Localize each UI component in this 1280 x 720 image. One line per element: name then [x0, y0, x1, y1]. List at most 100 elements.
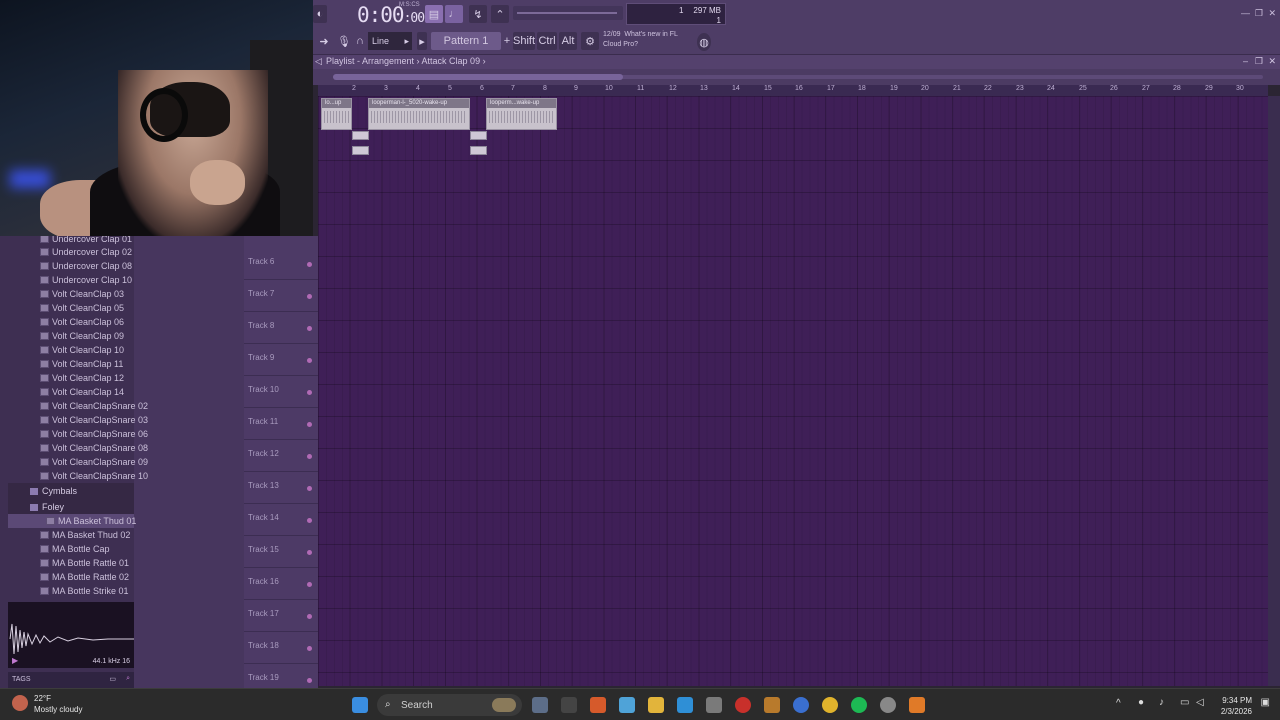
track-toggle-icon[interactable] — [307, 518, 312, 523]
volume-icon[interactable]: ◁ — [1196, 697, 1204, 708]
tray-icon[interactable]: ● — [1138, 697, 1144, 708]
browser-item[interactable]: Volt CleanClap 03 — [40, 287, 124, 301]
track-header[interactable]: Track 13 — [244, 472, 318, 504]
play-mode-button[interactable]: ◐ — [313, 5, 327, 23]
browser-item[interactable]: MA Bottle Rattle 02 — [40, 570, 129, 584]
folder-icon[interactable]: ▭ — [109, 675, 116, 683]
track-toggle-icon[interactable] — [307, 294, 312, 299]
audio-clip[interactable]: looperm...wake-up — [486, 98, 557, 130]
windows-start-icon[interactable] — [352, 697, 368, 713]
browser-item[interactable]: Volt CleanClap 09 — [40, 329, 124, 343]
folder-foley[interactable]: Foley — [30, 499, 64, 515]
master-pitch-slider[interactable] — [513, 6, 623, 20]
browser-item[interactable]: MA Bottle Strike 01 — [40, 584, 129, 598]
track-header[interactable]: Track 7 — [244, 280, 318, 312]
taskbar-search[interactable]: ⌕ Search — [377, 694, 522, 716]
browser-item[interactable]: Volt CleanClap 05 — [40, 301, 124, 315]
mic-icon[interactable]: ♪ — [1159, 697, 1164, 708]
spotify-icon[interactable] — [851, 697, 867, 713]
timeline-ruler[interactable]: 2 3 4 5 6 7 8 9 10 11 12 13 14 15 16 17 … — [318, 85, 1268, 96]
minimize-icon[interactable]: – — [1243, 56, 1248, 66]
track-header[interactable]: Track 18 — [244, 632, 318, 664]
mic-icon[interactable]: 🎙 — [337, 32, 351, 50]
track-toggle-icon[interactable] — [307, 486, 312, 491]
pattern-song-toggle[interactable]: ▤ — [425, 5, 443, 23]
track-toggle-icon[interactable] — [307, 358, 312, 363]
snap-select[interactable]: Line ▸ — [368, 32, 412, 50]
track-header[interactable]: Track 16 — [244, 568, 318, 600]
app-icon[interactable] — [793, 697, 809, 713]
track-header[interactable]: Track 19 — [244, 664, 318, 688]
opera-icon[interactable] — [735, 697, 751, 713]
store-icon[interactable] — [706, 697, 722, 713]
close-icon[interactable]: ✕ — [1268, 8, 1276, 19]
audio-clip[interactable]: looperman-l-_5020-wake-up — [368, 98, 470, 130]
track-header[interactable]: Track 15 — [244, 536, 318, 568]
track-toggle-icon[interactable] — [307, 390, 312, 395]
tags-bar[interactable]: TAGS ▭ ⌕ — [8, 672, 134, 688]
browser-item[interactable]: Volt CleanClap 14 — [40, 385, 124, 399]
track-toggle-icon[interactable] — [307, 678, 312, 683]
track-header[interactable]: Track 14 — [244, 504, 318, 536]
horizontal-scrollbar[interactable] — [313, 69, 1280, 85]
track-header[interactable]: Track 9 — [244, 344, 318, 376]
track-header[interactable]: Track 17 — [244, 600, 318, 632]
file-explorer-icon[interactable] — [648, 697, 664, 713]
audio-clip[interactable]: lo...up — [321, 98, 352, 130]
shift-button[interactable]: Shift — [513, 32, 535, 50]
pattern-add-icon[interactable]: + — [503, 32, 511, 50]
arrow-right-icon[interactable]: ➜ — [317, 32, 331, 50]
track-toggle-icon[interactable] — [307, 614, 312, 619]
browser-item[interactable]: Volt CleanClapSnare 09 — [40, 455, 148, 469]
track-toggle-icon[interactable] — [307, 550, 312, 555]
play-icon[interactable]: ▶ — [12, 656, 18, 665]
sample-clip[interactable] — [470, 131, 487, 140]
browser-item[interactable]: Undercover Clap 08 — [40, 259, 132, 273]
browser-item[interactable]: Volt CleanClapSnare 10 — [40, 469, 148, 483]
track-header[interactable]: Track 10 — [244, 376, 318, 408]
browser-item[interactable]: MA Basket Thud 02 — [40, 528, 130, 542]
maximize-icon[interactable]: ❐ — [1255, 8, 1263, 19]
notification-icon[interactable]: ▣ — [1261, 697, 1270, 708]
edge-icon[interactable] — [677, 697, 693, 713]
playlist-grid[interactable]: lo...up looperman-l-_5020-wake-up looper… — [318, 96, 1268, 686]
track-header[interactable]: Track 6 — [244, 248, 318, 280]
fl-studio-icon[interactable] — [909, 697, 925, 713]
browser-item[interactable]: Volt CleanClapSnare 08 — [40, 441, 148, 455]
app-icon[interactable] — [619, 697, 635, 713]
browser-item-selected[interactable]: MA Basket Thud 01 — [46, 514, 136, 528]
breadcrumb[interactable]: Playlist - Arrangement › Attack Clap 09 … — [326, 56, 486, 66]
search-icon[interactable]: ⌕ — [126, 675, 130, 683]
browser-item[interactable]: Volt CleanClap 10 — [40, 343, 124, 357]
track-toggle-icon[interactable] — [307, 326, 312, 331]
chrome-icon[interactable] — [822, 697, 838, 713]
sample-preview-waveform[interactable]: ▶ 44.1 kHz 16 — [8, 602, 134, 668]
track-header[interactable]: Track 8 — [244, 312, 318, 344]
folder-cymbals[interactable]: Cymbals — [30, 483, 77, 499]
news-icon[interactable]: ⚙ — [581, 32, 599, 50]
pattern-arrow-icon[interactable]: ▸ — [417, 32, 427, 50]
browser-item[interactable]: MA Bottle Cap — [40, 542, 110, 556]
browser-item[interactable]: Volt CleanClapSnare 03 — [40, 413, 148, 427]
clock[interactable]: 9:34 PM 2/3/2026 — [1221, 695, 1252, 717]
maximize-icon[interactable]: ❐ — [1255, 56, 1263, 67]
app-icon[interactable] — [880, 697, 896, 713]
track-toggle-icon[interactable] — [307, 582, 312, 587]
task-view-icon[interactable] — [532, 697, 548, 713]
network-icon[interactable]: ▭ — [1180, 697, 1189, 708]
browser-item[interactable]: Volt CleanClap 12 — [40, 371, 124, 385]
browser-item[interactable]: Volt CleanClapSnare 06 — [40, 427, 148, 441]
minimize-icon[interactable]: — — [1241, 8, 1250, 18]
alt-button[interactable]: Alt — [559, 32, 577, 50]
browser-item[interactable]: Volt CleanClap 06 — [40, 315, 124, 329]
browser-item[interactable]: Undercover Clap 10 — [40, 273, 132, 287]
vertical-scrollbar[interactable] — [1268, 96, 1280, 686]
sample-clip[interactable] — [352, 131, 369, 140]
metronome-button[interactable]: ♩ — [445, 5, 463, 23]
track-toggle-icon[interactable] — [307, 422, 312, 427]
countdown-button[interactable]: ⌃ — [491, 5, 509, 23]
pattern-select[interactable]: Pattern 1 — [431, 32, 501, 50]
browser-item[interactable]: MA Bottle Rattle 01 — [40, 556, 129, 570]
speaker-icon[interactable]: ◁ — [315, 56, 322, 67]
track-header[interactable]: Track 11 — [244, 408, 318, 440]
